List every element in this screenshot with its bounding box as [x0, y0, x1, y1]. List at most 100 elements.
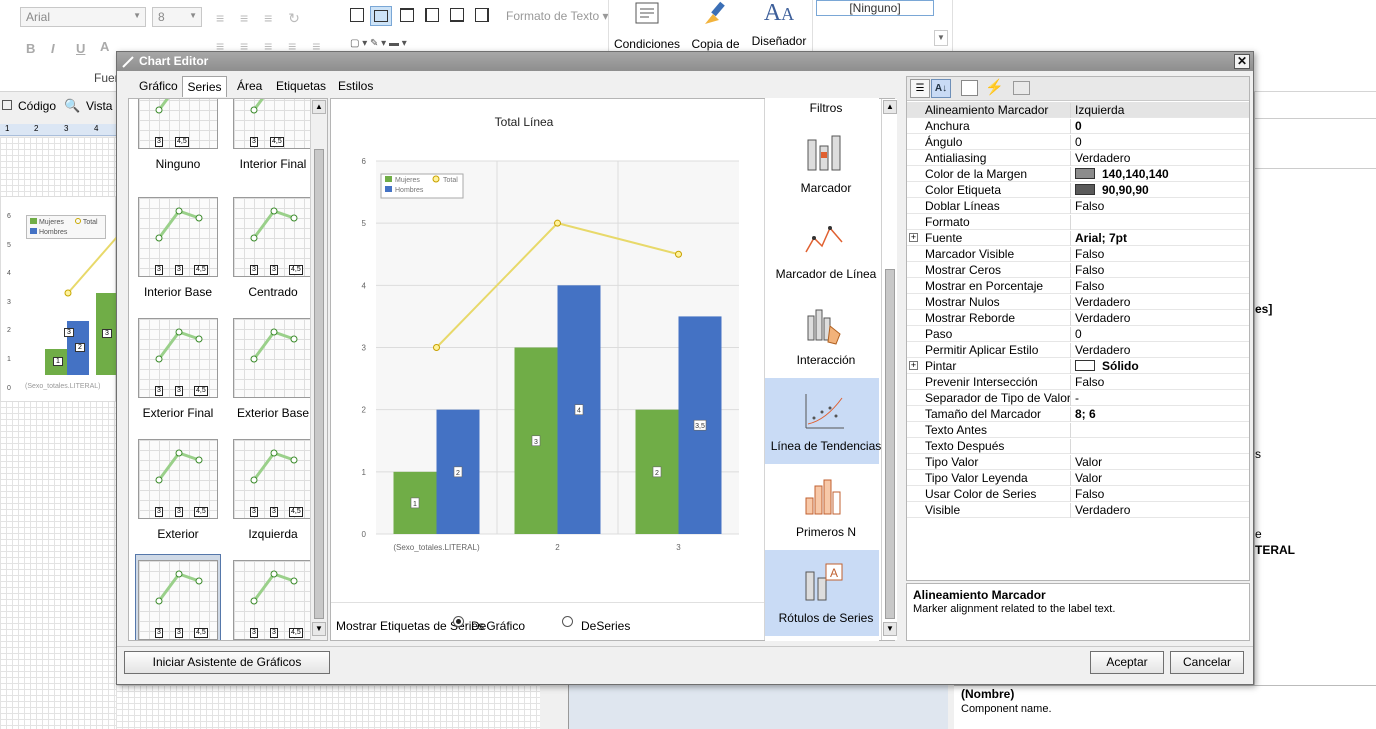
scroll-thumb[interactable] [885, 269, 895, 619]
font-name-dropdown[interactable]: Arial ▼ [20, 7, 146, 27]
expand-icon[interactable]: + [909, 233, 918, 242]
filter-item[interactable]: Línea de Tendencias [765, 378, 881, 464]
label-style-thumbnail[interactable]: 3 4,5 [138, 99, 218, 149]
property-value[interactable]: 140,140,140 [1075, 167, 1169, 181]
filter-item[interactable]: Marcador [765, 120, 879, 206]
property-row[interactable]: Antialiasing Verdadero [907, 150, 1249, 166]
property-row[interactable]: Tamaño del Marcador 8; 6 [907, 406, 1249, 422]
filter-item[interactable]: Primeros N [765, 464, 879, 550]
property-row[interactable]: Mostrar Reborde Verdadero [907, 310, 1249, 326]
property-row[interactable]: Texto Después [907, 438, 1249, 454]
italic-button[interactable]: I [51, 41, 55, 56]
tab-etiquetas[interactable]: Etiquetas [272, 76, 330, 97]
property-row[interactable]: Mostrar Ceros Falso [907, 262, 1249, 278]
label-style-thumbnail[interactable]: 3 3 4,5 [138, 560, 218, 640]
border-selected-icon[interactable] [370, 6, 392, 26]
border-left-icon[interactable] [425, 8, 439, 22]
property-row[interactable]: Separador de Tipo de Valor - [907, 390, 1249, 406]
tab-grafico[interactable]: Gráfico [135, 76, 182, 97]
label-style-thumbnail[interactable] [233, 318, 313, 398]
radio-chart[interactable] [453, 616, 464, 627]
property-value[interactable]: Verdadero [1075, 343, 1130, 357]
property-row[interactable]: Tipo Valor Leyenda Valor [907, 470, 1249, 486]
tab-area[interactable]: Área [233, 76, 266, 97]
property-value[interactable]: Arial; 7pt [1075, 231, 1127, 245]
scroll-down-icon[interactable]: ▼ [883, 622, 897, 636]
property-row[interactable]: + Pintar Sólido [907, 358, 1249, 374]
property-value[interactable]: Verdadero [1075, 151, 1130, 165]
property-row[interactable]: Texto Antes [907, 422, 1249, 438]
properties-icon[interactable] [961, 80, 978, 96]
label-style-thumbnail[interactable]: 3 3 4,5 [138, 197, 218, 277]
property-row[interactable]: Formato [907, 214, 1249, 230]
border-style-icons[interactable]: ▢ ▾ ✎ ▾ ▬ ▾ [350, 38, 490, 49]
align-icons[interactable]: ≡ ≡ ≡ ↻ [216, 10, 306, 27]
dialog-titlebar[interactable]: Chart Editor ✕ [117, 52, 1253, 71]
style-box[interactable]: [Ninguno] [816, 0, 934, 16]
property-value[interactable]: Falso [1075, 263, 1104, 277]
format-text-dropdown[interactable]: Formato de Texto ▾ [506, 9, 609, 23]
radio-series[interactable] [562, 616, 573, 627]
property-value[interactable]: 0 [1075, 135, 1082, 149]
font-size-dropdown[interactable]: 8 ▼ [152, 7, 202, 27]
underline-button[interactable]: U [76, 41, 85, 56]
copy-style-button[interactable]: Copia de [688, 0, 743, 51]
property-row[interactable]: + Fuente Arial; 7pt [907, 230, 1249, 246]
border-bottom-icon[interactable] [450, 8, 464, 22]
border-top-icon[interactable] [400, 8, 414, 22]
property-pages-icon[interactable] [1013, 81, 1030, 95]
events-icon[interactable]: ⚡ [985, 78, 1004, 96]
property-value[interactable]: Falso [1075, 247, 1104, 261]
categorized-icon[interactable]: ☰ [910, 79, 930, 98]
filter-item[interactable]: Interacción [765, 292, 879, 378]
label-style-thumbnail[interactable]: 3 3 4,5 [233, 560, 313, 640]
property-value[interactable]: 8; 6 [1075, 407, 1096, 421]
property-value[interactable]: Sólido [1075, 359, 1139, 373]
radio-chart-label[interactable]: DeGráfico [471, 619, 525, 633]
design-surface-bottom[interactable] [116, 685, 540, 729]
property-row[interactable]: Color de la Margen 140,140,140 [907, 166, 1249, 182]
filter-item[interactable]: Marcador de Línea [765, 206, 879, 292]
label-style-thumbnail[interactable]: 3 4,5 [233, 99, 313, 149]
scroll-up-icon[interactable]: ▲ [312, 100, 326, 114]
property-row[interactable]: Permitir Aplicar Estilo Verdadero [907, 342, 1249, 358]
mini-chart[interactable]: 6543210 Mujeres Total Hombres 1 2 3 3 (S… [0, 196, 117, 402]
alphabetical-icon[interactable]: A↓ [931, 79, 951, 98]
view-tab[interactable]: Vista [86, 99, 112, 113]
property-row[interactable]: Mostrar Nulos Verdadero [907, 294, 1249, 310]
font-color-icon[interactable]: A [100, 39, 109, 54]
property-value[interactable]: Verdadero [1075, 295, 1130, 309]
property-row[interactable]: Alineamiento Marcador Izquierda [907, 102, 1249, 118]
bold-button[interactable]: B [26, 41, 35, 56]
chart-wizard-button[interactable]: Iniciar Asistente de Gráficos [124, 651, 330, 674]
filters-scrollbar[interactable]: ▲ ▼ [881, 99, 897, 640]
cancel-button[interactable]: Cancelar [1170, 651, 1244, 674]
filter-item[interactable]: A Rótulos de Series [765, 550, 879, 636]
label-style-thumbnail[interactable]: 3 3 4,5 [233, 439, 313, 519]
property-value[interactable]: 0 [1075, 119, 1082, 133]
border-box-icon[interactable] [350, 8, 364, 22]
property-value[interactable]: Valor [1075, 471, 1102, 485]
property-row[interactable]: Paso 0 [907, 326, 1249, 342]
property-row[interactable]: Color Etiqueta 90,90,90 [907, 182, 1249, 198]
label-style-thumbnail[interactable]: 3 3 4,5 [138, 439, 218, 519]
property-value[interactable]: Verdadero [1075, 503, 1130, 517]
tab-estilos[interactable]: Estilos [334, 76, 377, 97]
property-row[interactable]: Usar Color de Series Falso [907, 486, 1249, 502]
property-value[interactable]: Falso [1075, 199, 1104, 213]
property-row[interactable]: Marcador Visible Falso [907, 246, 1249, 262]
property-value[interactable]: Valor [1075, 455, 1102, 469]
designer-button[interactable]: AA Diseñador [748, 0, 810, 48]
property-row[interactable]: Visible Verdadero [907, 502, 1249, 518]
scroll-down-icon[interactable]: ▼ [312, 622, 326, 636]
property-row[interactable]: Anchura 0 [907, 118, 1249, 134]
property-value[interactable]: Falso [1075, 487, 1104, 501]
code-tab[interactable]: Código [18, 99, 56, 113]
label-style-thumbnail[interactable]: 3 3 4,5 [138, 318, 218, 398]
property-row[interactable]: Prevenir Intersección Falso [907, 374, 1249, 390]
property-value[interactable]: 0 [1075, 327, 1082, 341]
close-button[interactable]: ✕ [1234, 54, 1250, 69]
property-row[interactable]: Ángulo 0 [907, 134, 1249, 150]
expand-icon[interactable]: + [909, 361, 918, 370]
conditions-button[interactable]: Condiciones [612, 0, 682, 51]
